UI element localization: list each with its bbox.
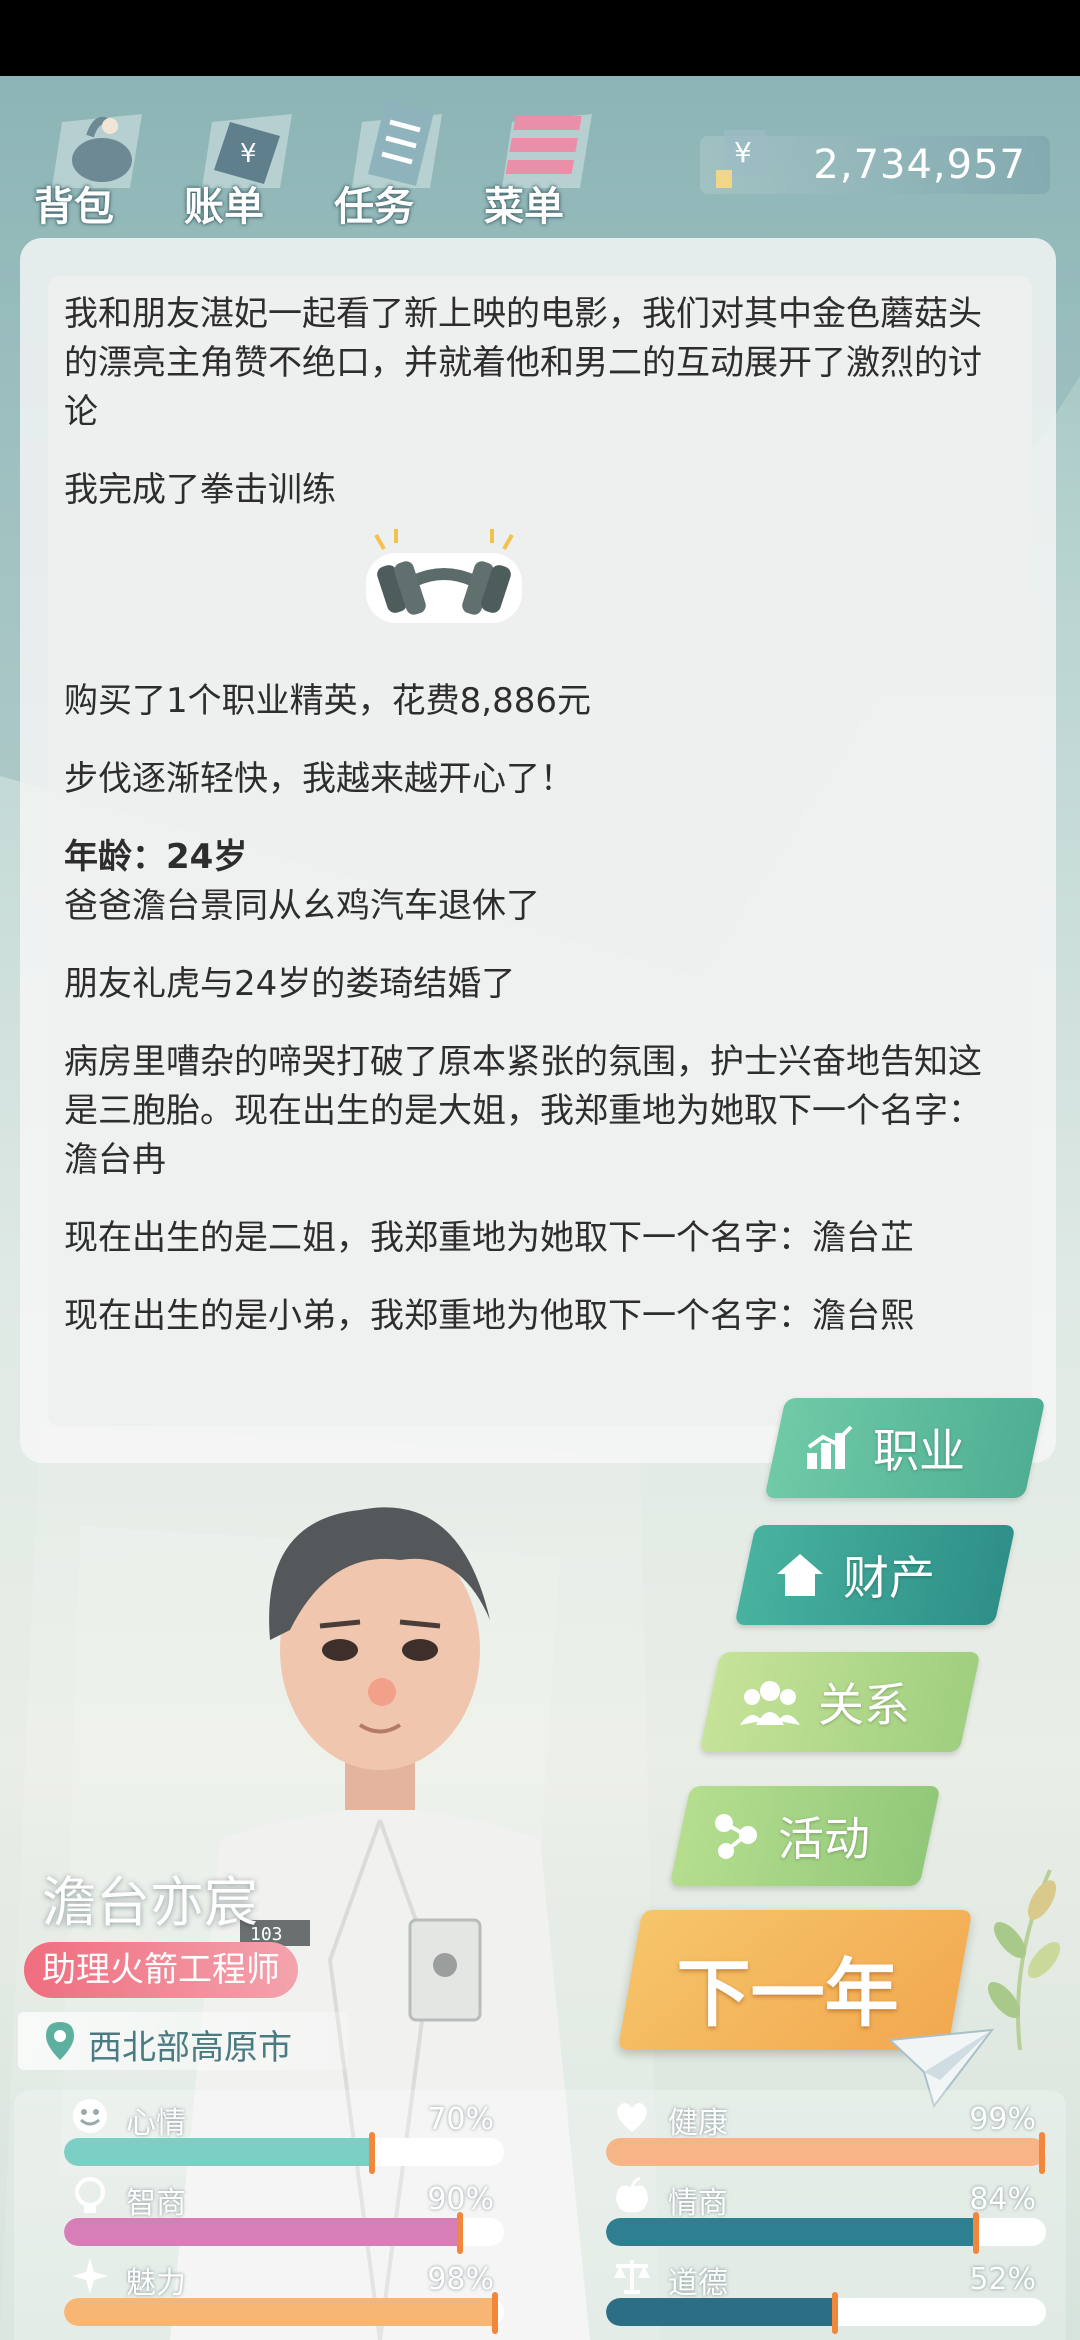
house-icon [777, 1554, 823, 1596]
relations-label: 关系 [818, 1678, 910, 1732]
scales-icon [614, 2260, 650, 2294]
stat-iq: 智商 90% [54, 2176, 514, 2254]
stat-bar [64, 2138, 504, 2166]
stat-name: 道德 [668, 2266, 728, 2301]
leaf-decoration [987, 1869, 1061, 2050]
stat-name: 情商 [668, 2186, 728, 2221]
stat-bar [606, 2138, 1046, 2166]
stat-charm: 魅力 98% [54, 2256, 514, 2334]
yen-icon: ¥ [716, 130, 766, 188]
activity-molecule-icon [715, 1814, 757, 1859]
nav-bill[interactable]: ¥ 账单 [170, 82, 310, 232]
nav-label: 任务 [334, 184, 414, 230]
stat-name: 健康 [668, 2106, 728, 2141]
location-pin-icon [46, 2022, 74, 2060]
money-display: ¥ 2,734,957 [700, 130, 1050, 194]
svg-text:¥: ¥ [240, 139, 257, 169]
nav-backpack[interactable]: 背包 [20, 82, 160, 232]
dumbbell-icon [366, 529, 522, 623]
stat-fill [64, 2138, 372, 2166]
stat-bar [64, 2218, 504, 2246]
property-label: 财产 [843, 1551, 935, 1605]
activity-button[interactable]: 活动 [669, 1786, 941, 1886]
stat-marker [369, 2132, 375, 2174]
stats-panel: 心情 70% 健康 99% 智商 90% 情商 84% 魅力 98% 道德 52… [14, 2090, 1066, 2340]
log-entry: 现在出生的是小弟，我郑重地为他取下一个名字：澹台熙 [64, 1296, 914, 1336]
stat-fill [64, 2218, 460, 2246]
stat-value: 98% [427, 2262, 494, 2297]
stat-marker [457, 2212, 463, 2254]
stat-fill [606, 2138, 1042, 2166]
stat-fill [606, 2298, 835, 2326]
nav-task[interactable]: 任务 [320, 82, 460, 232]
nav-label: 菜单 [484, 184, 564, 230]
svg-text:¥: ¥ [734, 136, 752, 169]
city-name: 西北部高原市 [88, 2028, 292, 2068]
stat-marker [492, 2292, 499, 2334]
lightbulb-icon [75, 2177, 105, 2213]
log-entry: 爸爸澹台景同从幺鸡汽车退休了 [64, 886, 540, 926]
stat-bar [64, 2298, 504, 2326]
status-bar [0, 0, 1080, 76]
log-entry: 步伐逐渐轻快，我越来越开心了！ [64, 759, 574, 799]
career-chart-icon [807, 1425, 853, 1469]
stat-marker [831, 2292, 838, 2334]
character-name: 澹台亦宸 [42, 1871, 258, 1934]
property-button[interactable]: 财产 [734, 1525, 1016, 1625]
stat-morality: 道德 52% [596, 2256, 1056, 2334]
career-button[interactable]: 职业 [764, 1398, 1046, 1498]
apple-icon [616, 2176, 648, 2213]
heart-icon [617, 2103, 647, 2132]
stat-value: 52% [969, 2262, 1036, 2297]
stat-name: 魅力 [126, 2266, 186, 2301]
nav-label: 背包 [34, 184, 114, 230]
stat-bar [606, 2298, 1046, 2326]
age-heading: 年龄：24岁 [64, 837, 248, 877]
log-entry: 我完成了拳击训练 [64, 470, 336, 510]
log-entry: 我和朋友湛妃一起看了新上映的电影，我们对其中金色蘑菇头的漂亮主角赞不绝口，并就着… [64, 294, 982, 432]
log-entry: 现在出生的是二姐，我郑重地为她取下一个名字：澹台芷 [64, 1218, 914, 1258]
smiley-icon [73, 2099, 107, 2133]
money-amount: 2,734,957 [813, 142, 1026, 188]
top-nav: 背包 ¥ 账单 任务 菜单 [20, 82, 620, 232]
stat-fill [64, 2298, 496, 2326]
event-log[interactable]: 我和朋友湛妃一起看了新上映的电影，我们对其中金色蘑菇头的漂亮主角赞不绝口，并就着… [64, 290, 1004, 1370]
stat-fill [606, 2218, 976, 2246]
stat-health: 健康 99% [596, 2096, 1056, 2174]
stat-name: 心情 [126, 2106, 186, 2141]
sparkle-icon [72, 2258, 108, 2294]
stat-marker [1038, 2132, 1045, 2174]
stat-eq: 情商 84% [596, 2176, 1056, 2254]
nav-menu[interactable]: 菜单 [470, 82, 610, 232]
stat-value: 70% [427, 2102, 494, 2137]
career-label: 职业 [873, 1424, 965, 1478]
stat-mood: 心情 70% [54, 2096, 514, 2174]
stat-value: 99% [969, 2102, 1036, 2137]
stat-value: 84% [969, 2182, 1036, 2217]
next-year-label: 下一年 [676, 1951, 899, 2037]
log-entry: 朋友礼虎与24岁的娄琦结婚了 [64, 964, 516, 1004]
stat-marker [972, 2212, 979, 2254]
log-entry: 购买了1个职业精英，花费8,886元 [64, 681, 591, 721]
job-badge: 助理火箭工程师 [24, 1942, 298, 1998]
stat-name: 智商 [126, 2186, 186, 2221]
activity-label: 活动 [778, 1812, 870, 1866]
log-entry: 病房里嘈杂的啼哭打破了原本紧张的氛围，护士兴奋地告知这是三胞胎。现在出生的是大姐… [64, 1042, 982, 1180]
people-icon [740, 1681, 800, 1725]
relations-button[interactable]: 关系 [699, 1652, 981, 1752]
stat-bar [606, 2218, 1046, 2246]
city-row: 西北部高原市 [18, 2012, 348, 2070]
nav-label: 账单 [184, 184, 264, 230]
